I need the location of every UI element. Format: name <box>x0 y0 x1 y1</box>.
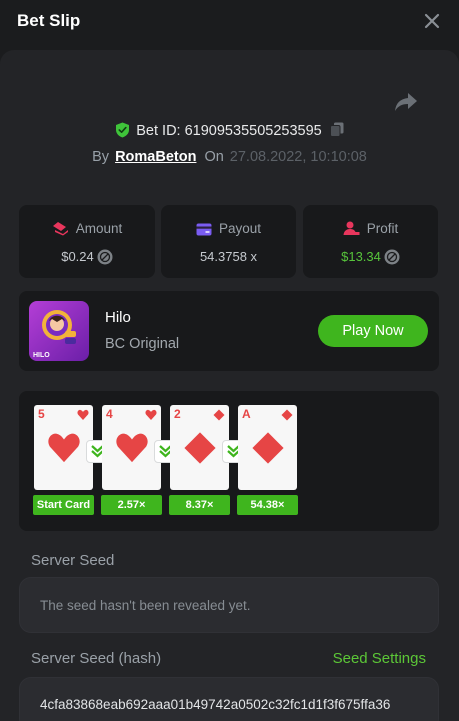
heart-icon <box>116 433 148 463</box>
profit-label: Profit <box>366 221 399 236</box>
card-rank: 5 <box>38 407 45 421</box>
server-seed-box: The seed hasn't been revealed yet. <box>19 577 439 633</box>
server-seed-hash-box: 4cfa83868eab692aaa01b49742a0502c32fc1d1f… <box>19 677 439 721</box>
multiplier-badge: 54.38× <box>237 495 298 515</box>
diamond-icon <box>281 409 293 421</box>
heart-icon <box>48 433 80 463</box>
game-name: Hilo <box>105 309 131 326</box>
shield-check-icon <box>116 122 130 138</box>
playing-card: A <box>238 405 297 490</box>
heart-icon <box>145 409 157 420</box>
diamond-icon <box>184 432 216 464</box>
coin-icon <box>384 249 400 265</box>
share-icon[interactable] <box>393 90 419 114</box>
server-seed-text: The seed hasn't been revealed yet. <box>40 598 251 613</box>
game-subtitle: BC Original <box>105 336 180 352</box>
amount-icon <box>52 222 68 236</box>
card-rank: 4 <box>106 407 113 421</box>
bet-id: Bet ID: 61909535505253595 <box>136 123 322 139</box>
play-now-button[interactable]: Play Now <box>318 315 428 347</box>
profit-value: $13.34 <box>341 249 381 264</box>
playing-card: 5 <box>34 405 93 490</box>
profit-stat: Profit $13.34 <box>303 205 438 278</box>
bet-id-row: Bet ID: 61909535505253595 <box>0 122 459 139</box>
server-seed-label: Server Seed <box>31 552 115 569</box>
diamond-icon <box>213 409 225 421</box>
game-card: HILO Hilo BC Original Play Now <box>19 291 439 371</box>
close-icon[interactable] <box>421 10 443 32</box>
multiplier-badge: Start Card <box>33 495 94 515</box>
card-history: 5 4 2 A Start Card 2.57× 8.37× 54.38× <box>19 391 439 531</box>
user-link[interactable]: RomaBeton <box>115 149 196 165</box>
page-title: Bet Slip <box>17 11 81 30</box>
on-label: On <box>204 149 224 165</box>
svg-text:HILO: HILO <box>33 352 50 359</box>
diamond-icon <box>252 432 284 464</box>
amount-value: $0.24 <box>61 249 94 264</box>
payout-label: Payout <box>218 221 262 236</box>
multiplier-badge: 2.57× <box>101 495 162 515</box>
server-seed-hash-label: Server Seed (hash) <box>31 650 162 667</box>
copy-icon[interactable] <box>329 122 344 137</box>
amount-label: Amount <box>75 221 123 236</box>
heart-icon <box>77 409 89 420</box>
server-seed-hash-value[interactable]: 4cfa83868eab692aaa01b49742a0502c32fc1d1f… <box>40 697 418 712</box>
payout-stat: Payout 54.3758 x <box>161 205 296 278</box>
bet-author-row: By RomaBeton On 27.08.2022, 10:10:08 <box>0 149 459 165</box>
payout-icon <box>196 223 212 236</box>
amount-stat: Amount $0.24 <box>19 205 155 278</box>
seed-settings-link[interactable]: Seed Settings <box>333 650 426 667</box>
card-rank: 2 <box>174 407 181 421</box>
playing-card: 2 <box>170 405 229 490</box>
profit-icon <box>343 221 360 235</box>
by-label: By <box>92 149 110 165</box>
multiplier-badge: 8.37× <box>169 495 230 515</box>
header: Bet Slip <box>0 0 459 48</box>
game-thumbnail[interactable]: HILO <box>29 301 89 361</box>
payout-value: 54.3758 x <box>199 249 258 264</box>
bet-date: 27.08.2022, 10:10:08 <box>229 149 367 165</box>
card-rank: A <box>242 407 251 421</box>
playing-card: 4 <box>102 405 161 490</box>
coin-icon <box>97 249 113 265</box>
